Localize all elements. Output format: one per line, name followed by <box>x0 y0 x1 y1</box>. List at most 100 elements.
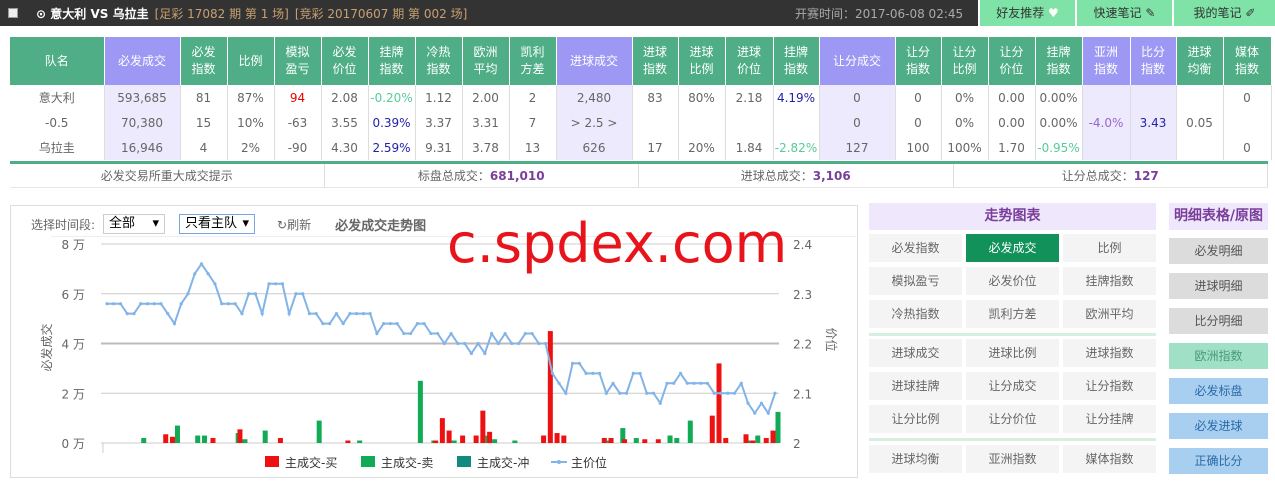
price-point <box>510 341 514 346</box>
price-point <box>557 381 561 385</box>
price-point <box>638 371 642 375</box>
match-title: ⊙ 意大利 VS 乌拉圭 [足彩 17082 期 第 1 场] [竞彩 201706… <box>36 7 468 21</box>
y2-tick-label: 2.1 <box>793 387 812 401</box>
trend-button[interactable]: 让分指数 <box>1063 372 1156 400</box>
trend-button[interactable]: 进球比例 <box>966 339 1059 367</box>
table-cell: 1.70 <box>988 135 1036 160</box>
legend-label: 主成交-买 <box>285 455 337 470</box>
column-header[interactable]: 进球 价位 <box>725 37 774 85</box>
column-header[interactable]: 欧洲 平均 <box>462 37 510 85</box>
away-team: 乌拉圭 <box>112 7 149 21</box>
detail-button[interactable]: 欧洲指数 <box>1169 343 1268 369</box>
sell-bar <box>262 430 268 443</box>
price-point <box>294 292 298 296</box>
column-header[interactable]: 挂牌 指数 <box>368 37 416 85</box>
table-cell: -2.82% <box>773 135 820 160</box>
sell-bar <box>512 440 518 443</box>
table-cell: 0% <box>941 110 989 135</box>
trend-button[interactable]: 进球指数 <box>1063 339 1156 367</box>
trend-button[interactable]: 让分挂牌 <box>1063 405 1156 433</box>
column-header[interactable]: 冷热 指数 <box>415 37 463 85</box>
table-cell: 0.00 <box>988 85 1036 110</box>
column-header[interactable]: 亚洲 指数 <box>1082 37 1131 85</box>
buy-bar <box>770 430 776 443</box>
table-cell: 10% <box>227 110 275 135</box>
column-header[interactable]: 必发 价位 <box>321 37 369 85</box>
column-header[interactable]: 队名 <box>10 37 105 85</box>
price-point <box>699 381 703 385</box>
column-header[interactable]: 挂牌 指数 <box>1035 37 1083 85</box>
trend-button[interactable]: 必发指数 <box>869 234 962 262</box>
trend-button[interactable]: 亚洲指数 <box>966 445 1059 473</box>
trend-button[interactable]: 进球均衡 <box>869 445 962 473</box>
y-tick-label: 0 万 <box>62 437 85 451</box>
detail-button[interactable]: 必发标盘 <box>1169 378 1268 404</box>
buy-bar <box>655 439 661 443</box>
column-header[interactable]: 比分 指数 <box>1130 37 1177 85</box>
select-checkbox[interactable] <box>8 8 18 18</box>
my-notes-label: 我的笔记 <box>1193 6 1242 20</box>
price-point <box>240 312 244 316</box>
column-header[interactable]: 让分 指数 <box>895 37 942 85</box>
detail-button[interactable]: 比分明细 <box>1169 308 1268 334</box>
trend-button[interactable]: 凯利方差 <box>966 300 1059 328</box>
detail-button[interactable]: 必发明细 <box>1169 238 1268 264</box>
trend-button[interactable]: 媒体指数 <box>1063 445 1156 473</box>
price-point <box>530 331 534 336</box>
price-point <box>287 312 291 316</box>
trend-button[interactable]: 欧洲平均 <box>1063 300 1156 328</box>
column-header[interactable]: 让分成交 <box>819 37 896 85</box>
column-header[interactable]: 进球 指数 <box>632 37 679 85</box>
summary-bar: 必发交易所重大成交提示 标盘总成交：681,010 进球总成交：3,106 让分… <box>10 161 1268 188</box>
buy-bar <box>345 440 351 443</box>
column-header[interactable]: 必发 指数 <box>180 37 228 85</box>
column-header[interactable]: 媒体 指数 <box>1223 37 1272 85</box>
my-notes-button[interactable]: 我的笔记 ✐ <box>1172 0 1275 26</box>
buy-bar <box>601 438 607 443</box>
detail-button[interactable]: 必发进球 <box>1169 413 1268 439</box>
column-header[interactable]: 凯利 方差 <box>509 37 557 85</box>
trend-button[interactable]: 模拟盈亏 <box>869 267 962 295</box>
column-header[interactable]: 进球 均衡 <box>1176 37 1224 85</box>
recommend-button[interactable]: 好友推荐 ♥ <box>978 0 1075 26</box>
detail-panel-title: 明细表格/原图 <box>1169 203 1268 230</box>
column-header[interactable]: 进球 比例 <box>678 37 726 85</box>
column-header[interactable]: 让分 比例 <box>941 37 989 85</box>
detail-button[interactable]: 进球明细 <box>1169 273 1268 299</box>
column-header[interactable]: 比例 <box>227 37 275 85</box>
price-point <box>624 391 629 395</box>
detail-button[interactable]: 正确比分 <box>1169 448 1268 474</box>
column-header[interactable]: 模拟 盈亏 <box>274 37 322 85</box>
trend-button[interactable]: 让分成交 <box>966 372 1059 400</box>
table-cell: 3.78 <box>462 135 510 160</box>
trend-button[interactable]: 挂牌指数 <box>1063 267 1156 295</box>
table-cell: 80% <box>678 85 726 110</box>
price-point <box>280 282 285 286</box>
price-point <box>490 331 494 336</box>
trend-button[interactable]: 必发成交 <box>966 234 1059 262</box>
trend-button[interactable]: 必发价位 <box>966 267 1059 295</box>
price-point <box>537 341 541 346</box>
buy-bar <box>709 415 715 443</box>
table-cell <box>1130 85 1177 110</box>
y2-tick-label: 2.3 <box>793 288 812 302</box>
trend-button[interactable]: 让分价位 <box>966 405 1059 433</box>
column-header[interactable]: 让分 价位 <box>988 37 1036 85</box>
quick-note-button[interactable]: 快速笔记 ✎ <box>1075 0 1172 26</box>
column-header[interactable]: 必发成交 <box>104 37 181 85</box>
table-cell: -0.5 <box>10 110 105 135</box>
trend-button[interactable]: 让分比例 <box>869 405 962 433</box>
column-header[interactable]: 进球成交 <box>556 37 633 85</box>
price-point <box>631 371 635 375</box>
price-point <box>415 322 419 326</box>
price-point <box>651 391 656 395</box>
column-header[interactable]: 挂牌 指数 <box>773 37 820 85</box>
trend-button[interactable]: 进球挂牌 <box>869 372 962 400</box>
trend-button[interactable]: 进球成交 <box>869 339 962 367</box>
price-point <box>658 401 662 405</box>
price-point <box>732 391 737 395</box>
trend-button[interactable]: 比例 <box>1063 234 1156 262</box>
sell-bar <box>201 435 207 443</box>
trend-button[interactable]: 冷热指数 <box>869 300 962 328</box>
table-cell <box>632 110 679 135</box>
